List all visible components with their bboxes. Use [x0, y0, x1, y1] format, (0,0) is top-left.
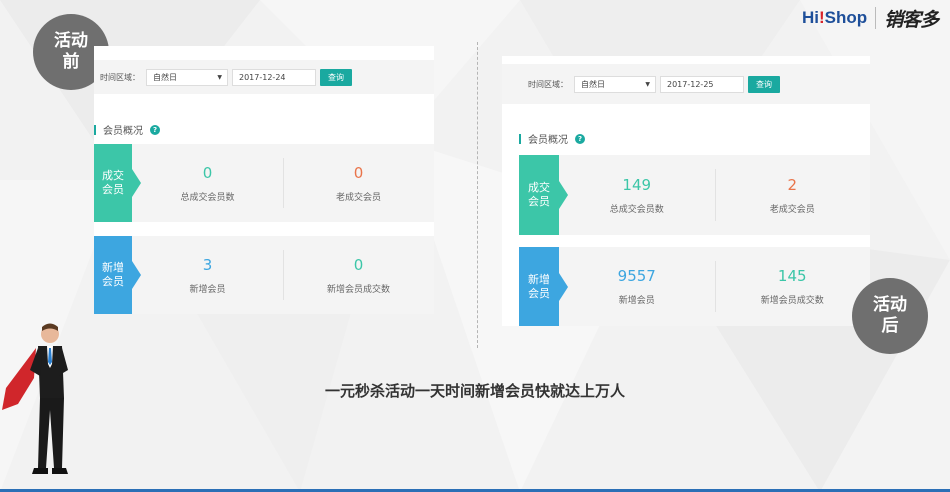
- new-members-row: 新增 会员 9557 新增会员 145 新增会员成交数: [519, 247, 870, 326]
- date-input[interactable]: 2017-12-25: [660, 75, 744, 93]
- stat-cell: 0 总成交会员数: [132, 144, 283, 222]
- dropdown-arrow-icon: ▼: [645, 80, 650, 88]
- logo-separator: [875, 7, 877, 29]
- period-select[interactable]: 自然日 ▼: [574, 75, 656, 93]
- old-deal-members-value: 2: [787, 175, 798, 194]
- comparison-divider: [477, 42, 478, 348]
- before-panel: 时间区域： 自然日 ▼ 2017-12-24 查询 会员概况 ? 成交 会员 0 …: [94, 46, 434, 314]
- date-input[interactable]: 2017-12-24: [232, 68, 316, 86]
- new-member-deals-value: 0: [353, 255, 364, 274]
- stat-cell: 3 新增会员: [132, 236, 283, 314]
- total-deal-members-caption: 总成交会员数: [180, 192, 235, 203]
- new-member-deals-caption: 新增会员成交数: [326, 284, 390, 295]
- new-members-value: 9557: [617, 267, 656, 285]
- total-deal-members-value: 149: [622, 175, 652, 194]
- superhero-figure: [2, 323, 68, 474]
- after-filter-bar: 时间区域： 自然日 ▼ 2017-12-25 查询: [502, 64, 870, 104]
- period-select[interactable]: 自然日 ▼: [146, 68, 228, 86]
- summary-caption: 一元秒杀活动一天时间新增会员快就达上万人: [324, 382, 625, 400]
- new-members-label: 新增 会员: [94, 236, 132, 314]
- after-activity-badge: 活动 后: [852, 278, 928, 354]
- query-button[interactable]: 查询: [320, 68, 352, 86]
- deal-members-label: 成交 会员: [94, 144, 132, 222]
- new-member-deals-caption: 新增会员成交数: [760, 296, 824, 306]
- deal-members-row: 成交 会员 0 总成交会员数 0 老成交会员: [94, 144, 434, 222]
- old-deal-members-caption: 老成交会员: [769, 204, 815, 215]
- new-members-caption: 新增会员: [618, 296, 655, 306]
- after-panel: 时间区域： 自然日 ▼ 2017-12-25 查询 会员概况 ? 成交 会员 14…: [502, 56, 870, 326]
- dropdown-arrow-icon: ▼: [217, 73, 222, 81]
- old-deal-members-caption: 老成交会员: [335, 192, 381, 203]
- heading-accent: [519, 133, 521, 144]
- member-overview-heading: 会员概况 ?: [94, 122, 160, 137]
- stat-cell: 145 新增会员成交数: [714, 247, 871, 326]
- new-member-deals-value: 145: [777, 267, 807, 285]
- new-members-value: 3: [202, 255, 213, 274]
- total-deal-members-caption: 总成交会员数: [609, 204, 664, 215]
- time-range-label: 时间区域：: [528, 79, 568, 89]
- stat-cell: 0 老成交会员: [283, 144, 434, 222]
- new-members-row: 新增 会员 3 新增会员 0 新增会员成交数: [94, 236, 434, 314]
- total-deal-members-value: 0: [202, 163, 213, 182]
- heading-accent: [94, 124, 96, 135]
- before-filter-bar: 时间区域： 自然日 ▼ 2017-12-24 查询: [94, 60, 434, 94]
- deal-members-row: 成交 会员 149 总成交会员数 2 老成交会员: [519, 155, 870, 235]
- new-members-label: 新增 会员: [519, 247, 559, 326]
- stat-cell: 2 老成交会员: [714, 155, 871, 235]
- help-icon[interactable]: ?: [150, 124, 160, 135]
- stat-cell: 9557 新增会员: [559, 247, 715, 326]
- stat-cell: 0 新增会员成交数: [283, 236, 434, 314]
- hishop-logo: Hi!Shop: [802, 8, 868, 27]
- deal-members-label: 成交 会员: [519, 155, 559, 235]
- query-button[interactable]: 查询: [748, 75, 780, 93]
- time-range-label: 时间区域：: [100, 72, 140, 82]
- stat-cell: 149 总成交会员数: [559, 155, 715, 235]
- help-icon[interactable]: ?: [575, 133, 585, 144]
- old-deal-members-value: 0: [353, 163, 364, 182]
- brand-logo: Hi!Shop 销客多: [802, 4, 939, 32]
- new-members-caption: 新增会员: [189, 284, 226, 295]
- xiaokeduo-logo: 销客多: [884, 8, 939, 31]
- member-overview-heading: 会员概况 ?: [519, 131, 585, 146]
